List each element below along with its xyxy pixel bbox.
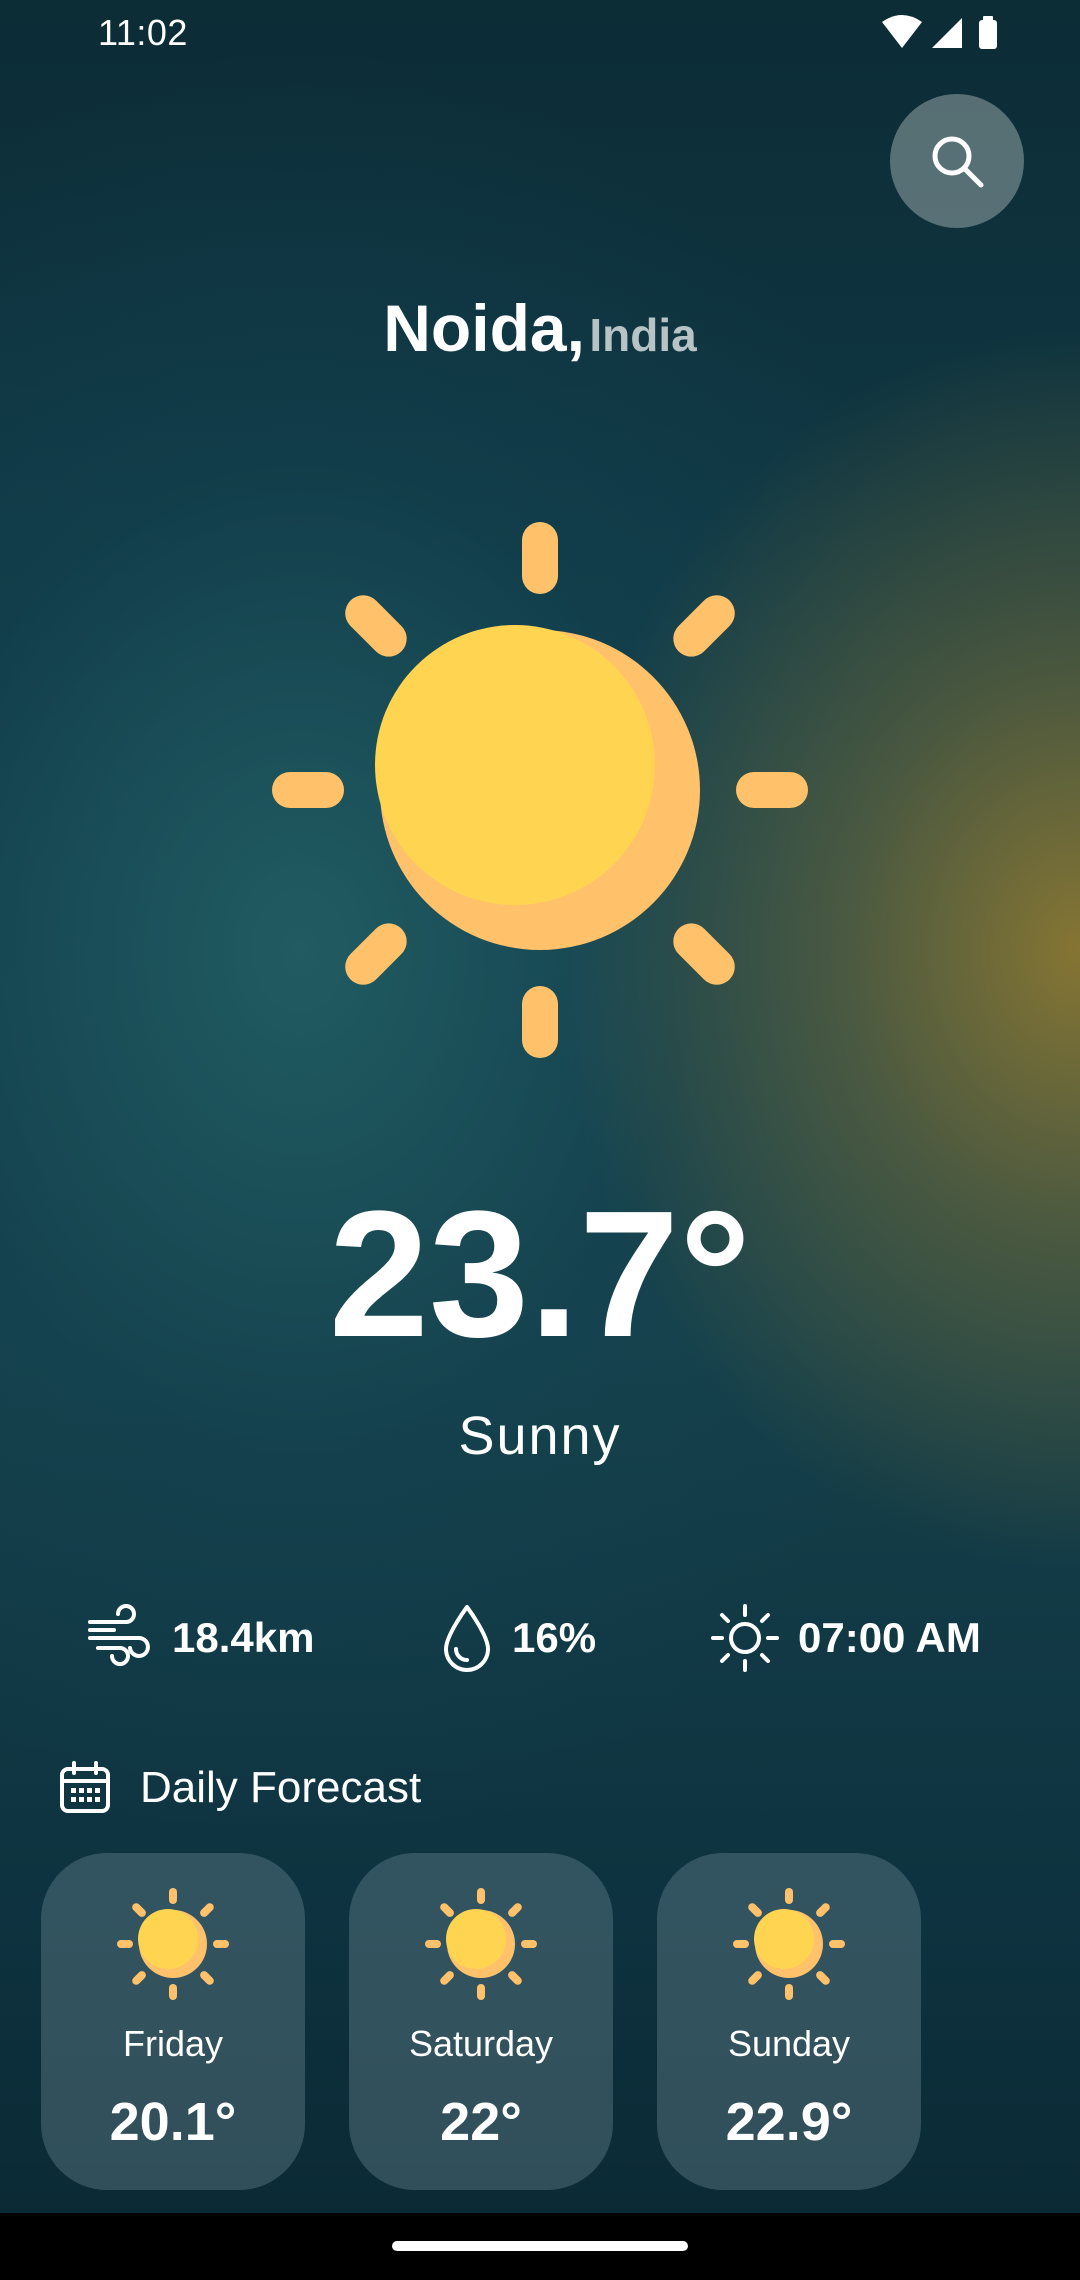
wind-stat: 18.4km	[86, 1598, 314, 1678]
forecast-temp: 22.9°	[725, 2092, 853, 2152]
status-icons	[882, 15, 997, 49]
search-button[interactable]	[890, 94, 1024, 228]
status-time: 11:02	[98, 12, 188, 53]
search-icon	[932, 136, 984, 188]
sun-icon	[425, 1888, 537, 2000]
sunrise-stat: 07:00 AM	[710, 1598, 981, 1678]
forecast-card[interactable]: Sunday 22.9°	[657, 1853, 921, 2190]
droplet-icon	[444, 1605, 490, 1672]
wind-value: 18.4km	[172, 1614, 315, 1661]
battery-icon	[979, 16, 997, 49]
sunrise-value: 07:00 AM	[798, 1614, 981, 1661]
forecast-temp: 20.1°	[109, 2092, 237, 2152]
sun-icon	[733, 1888, 845, 2000]
forecast-card[interactable]: Friday 20.1°	[41, 1853, 305, 2190]
calendar-icon	[60, 1761, 110, 1813]
signal-icon	[932, 18, 962, 48]
sun-icon	[117, 1888, 229, 2000]
country-name: India	[589, 309, 697, 361]
current-temperature: 23.7°	[328, 1174, 752, 1375]
forecast-day: Sunday	[727, 2023, 851, 2064]
forecast-day: Friday	[122, 2023, 224, 2064]
sun-outline-icon	[711, 1604, 779, 1672]
wind-icon	[88, 1604, 150, 1666]
location-title: Noida, India	[0, 290, 1080, 366]
daily-forecast-header: Daily Forecast	[58, 1758, 421, 1818]
status-bar: 11:02	[0, 0, 1080, 66]
sun-icon	[272, 522, 808, 1058]
daily-forecast-title: Daily Forecast	[140, 1763, 422, 1812]
humidity-stat: 16%	[440, 1598, 596, 1678]
forecast-temp: 22°	[440, 2092, 522, 2152]
city-name: Noida,	[383, 291, 585, 365]
forecast-day: Saturday	[408, 2023, 554, 2064]
home-gesture-handle[interactable]	[392, 2241, 688, 2251]
wifi-icon	[882, 15, 922, 48]
humidity-value: 16%	[512, 1614, 597, 1661]
weather-condition: Sunny	[458, 1406, 622, 1466]
forecast-card[interactable]: Saturday 22°	[349, 1853, 613, 2190]
